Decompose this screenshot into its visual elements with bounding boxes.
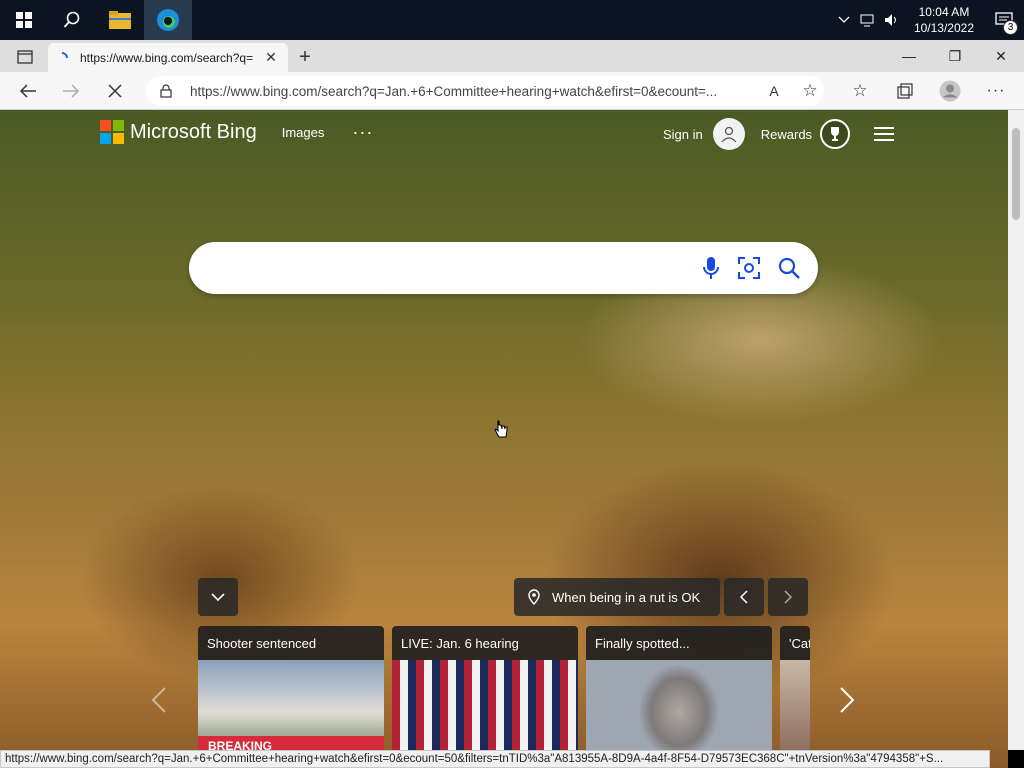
notifications-button[interactable]: 3 [984,0,1024,40]
lock-icon [160,84,172,98]
search-icon [63,11,80,28]
scrollbar-thumb[interactable] [1012,128,1020,220]
news-card[interactable]: LIVE: Jan. 6 hearing [392,626,578,756]
add-favorite-button[interactable]: ☆ [796,77,824,105]
news-card-image [586,660,772,756]
arrow-right-icon [63,84,80,98]
tab-actions-button[interactable] [8,44,42,70]
address-bar[interactable]: https://www.bing.com/search?q=Jan.+6+Com… [146,76,824,106]
visual-search-icon[interactable] [735,254,763,282]
collections-icon [897,83,913,99]
more-icon: ··· [986,82,1006,99]
collapse-feed-button[interactable] [198,578,238,616]
search-taskbar-button[interactable] [48,0,96,40]
nav-images-link[interactable]: Images [282,125,325,140]
read-aloud-button[interactable]: A [760,77,788,105]
trophy-icon[interactable] [820,119,851,149]
bing-brand[interactable]: Microsoft Bing [130,121,257,144]
back-button[interactable] [14,77,42,105]
microphone-icon[interactable] [697,254,725,282]
url-text: https://www.bing.com/search?q=Jan.+6+Com… [190,83,718,99]
folder-icon [109,11,131,29]
edge-icon [157,9,179,31]
close-icon [108,84,122,98]
file-explorer-button[interactable] [96,0,144,40]
clock-date: 10/13/2022 [913,21,974,35]
status-bar-url: https://www.bing.com/search?q=Jan.+6+Com… [0,750,990,768]
start-button[interactable] [0,0,48,40]
chevron-left-icon [740,590,748,604]
news-card-title: Shooter sentenced [207,635,317,651]
arrow-left-icon [19,84,36,98]
new-tab-button[interactable]: + [292,44,318,70]
hamburger-menu-icon[interactable] [874,123,895,145]
volume-icon[interactable] [880,0,904,40]
close-tab-icon[interactable]: ✕ [262,49,280,66]
windows-icon [16,12,32,28]
collections-button[interactable] [891,77,919,105]
stop-loading-button[interactable] [101,77,129,105]
read-aloud-icon: A [769,83,779,99]
location-pin-icon [528,589,540,605]
close-window-button[interactable]: ✕ [978,40,1024,72]
clock-time: 10:04 AM [918,5,970,19]
browser-toolbar: https://www.bing.com/search?q=Jan.+6+Com… [0,72,1024,110]
image-caption[interactable]: When being in a rut is OK [514,578,720,616]
news-card-title: Finally spotted... [595,635,690,651]
sign-in-link[interactable]: Sign in [663,127,703,142]
header-right: Sign in Rewards [663,118,895,150]
profile-avatar-icon [939,80,961,102]
caption-text: When being in a rut is OK [552,589,701,605]
chevron-left-icon [152,687,166,713]
clock[interactable]: 10:04 AM 10/13/2022 [904,4,984,36]
hand-cursor-icon [494,420,508,438]
search-box [189,242,818,294]
window-controls: — ❐ ✕ [886,40,1024,72]
favorites-icon: ☆ [852,81,868,100]
chevron-right-icon [840,687,854,713]
news-card[interactable]: Shooter sentenced BREAKING [198,626,384,756]
microsoft-logo-icon[interactable] [100,120,124,144]
edge-taskbar-button[interactable] [144,0,192,40]
news-card-title: LIVE: Jan. 6 hearing [401,635,519,651]
windows-taskbar: 10:04 AM 10/13/2022 3 [0,0,1024,40]
tab-strip: https://www.bing.com/search?q= ✕ + — ❐ ✕ [0,40,1024,72]
browser-tab[interactable]: https://www.bing.com/search?q= ✕ [48,43,288,72]
favorites-button[interactable]: ☆ [846,77,874,105]
carousel-next-button[interactable] [832,680,862,720]
search-input[interactable] [211,252,691,284]
star-add-icon: ☆ [802,81,818,100]
maximize-button[interactable]: ❐ [932,40,978,72]
nav-more-button[interactable]: ··· [352,122,373,143]
next-image-button[interactable] [768,578,808,616]
news-card-image [392,660,578,756]
minimize-button[interactable]: — [886,40,932,72]
news-card-title: 'Cat [789,635,810,651]
network-icon[interactable] [856,0,880,40]
search-icon[interactable] [775,254,803,282]
system-tray: 10:04 AM 10/13/2022 3 [832,0,1024,40]
bing-header: Microsoft Bing Images ··· [100,120,373,144]
news-card-image [780,660,810,756]
rewards-link[interactable]: Rewards [761,127,812,142]
previous-image-button[interactable] [724,578,764,616]
notification-badge: 3 [1003,20,1018,35]
user-avatar-icon[interactable] [712,118,745,150]
chevron-right-icon [784,590,792,604]
loading-icon [61,51,68,58]
tab-actions-icon [17,50,33,64]
news-card[interactable]: 'Cat [780,626,810,756]
chevron-up-icon[interactable] [832,0,856,40]
forward-button[interactable] [57,77,85,105]
profile-button[interactable] [936,77,964,105]
page-scrollbar[interactable] [1008,110,1024,750]
news-card[interactable]: Finally spotted... [586,626,772,756]
carousel-prev-button[interactable] [144,680,174,720]
tab-title: https://www.bing.com/search?q= [80,50,254,65]
settings-more-button[interactable]: ··· [982,77,1010,105]
chevron-down-icon [211,592,225,601]
